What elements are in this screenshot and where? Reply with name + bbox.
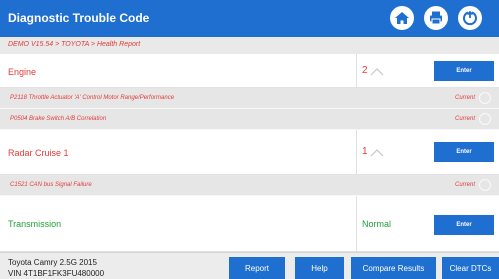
printer-icon bbox=[430, 11, 442, 25]
dtc-count: 1 bbox=[362, 146, 368, 157]
compare-results-button[interactable]: Compare Results bbox=[351, 257, 436, 279]
system-row-engine: Engine 2 Enter bbox=[0, 54, 499, 88]
column-divider bbox=[356, 130, 357, 175]
system-row-transmission: Transmission Normal Enter bbox=[0, 196, 499, 252]
bottom-toolbar: Toyota Camry 2.5G 2015 VIN 4T1BF1FK3FU48… bbox=[0, 252, 499, 279]
enter-button-transmission[interactable]: Enter bbox=[434, 215, 494, 235]
enter-button-engine[interactable]: Enter bbox=[434, 61, 494, 81]
report-button[interactable]: Report bbox=[229, 257, 285, 279]
system-row-radar-cruise: Radar Cruise 1 1 Enter bbox=[0, 130, 499, 175]
vehicle-info: Toyota Camry 2.5G 2015 VIN 4T1BF1FK3FU48… bbox=[8, 257, 104, 279]
search-icon[interactable] bbox=[479, 113, 491, 125]
title-bar: Diagnostic Trouble Code bbox=[0, 0, 499, 37]
system-name: Engine bbox=[8, 67, 37, 77]
dtc-description: C1521 CAN bus Signal Failure bbox=[10, 182, 92, 188]
home-button[interactable] bbox=[390, 6, 414, 30]
dtc-row: C1521 CAN bus Signal Failure Current bbox=[0, 175, 499, 196]
system-name: Transmission bbox=[8, 219, 62, 229]
vehicle-vin: VIN 4T1BF1FK3FU480000 bbox=[8, 269, 105, 278]
dtc-description: P2118 Throttle Actuator 'A' Control Moto… bbox=[10, 95, 175, 101]
dtc-row: P0504 Brake Switch A/B Correlation Curre… bbox=[0, 109, 499, 130]
dtc-row: P2118 Throttle Actuator 'A' Control Moto… bbox=[0, 88, 499, 109]
breadcrumb: DEMO V15.54 > TOYOTA > Health Report bbox=[0, 37, 499, 54]
dtc-status: Current bbox=[455, 116, 476, 122]
exit-button[interactable] bbox=[458, 6, 482, 30]
status-normal: Normal bbox=[362, 219, 392, 229]
column-divider bbox=[356, 196, 357, 252]
chevron-up-icon[interactable] bbox=[370, 148, 384, 158]
vehicle-model: Toyota Camry 2.5G 2015 bbox=[8, 258, 97, 267]
dtc-status: Current bbox=[455, 95, 476, 101]
dtc-count: 2 bbox=[362, 65, 368, 76]
enter-button-radar-cruise[interactable]: Enter bbox=[434, 142, 494, 162]
exit-icon bbox=[463, 10, 477, 26]
search-icon[interactable] bbox=[479, 179, 491, 191]
print-button[interactable] bbox=[424, 6, 448, 30]
system-name: Radar Cruise 1 bbox=[8, 148, 69, 158]
clear-dtcs-button[interactable]: Clear DTCs bbox=[442, 257, 499, 279]
dtc-description: P0504 Brake Switch A/B Correlation bbox=[10, 116, 107, 122]
page-title: Diagnostic Trouble Code bbox=[8, 11, 150, 25]
column-divider bbox=[356, 54, 357, 88]
home-icon bbox=[395, 12, 409, 24]
dtc-status: Current bbox=[455, 182, 476, 188]
help-button[interactable]: Help bbox=[295, 257, 344, 279]
chevron-up-icon[interactable] bbox=[370, 67, 384, 77]
search-icon[interactable] bbox=[479, 92, 491, 104]
